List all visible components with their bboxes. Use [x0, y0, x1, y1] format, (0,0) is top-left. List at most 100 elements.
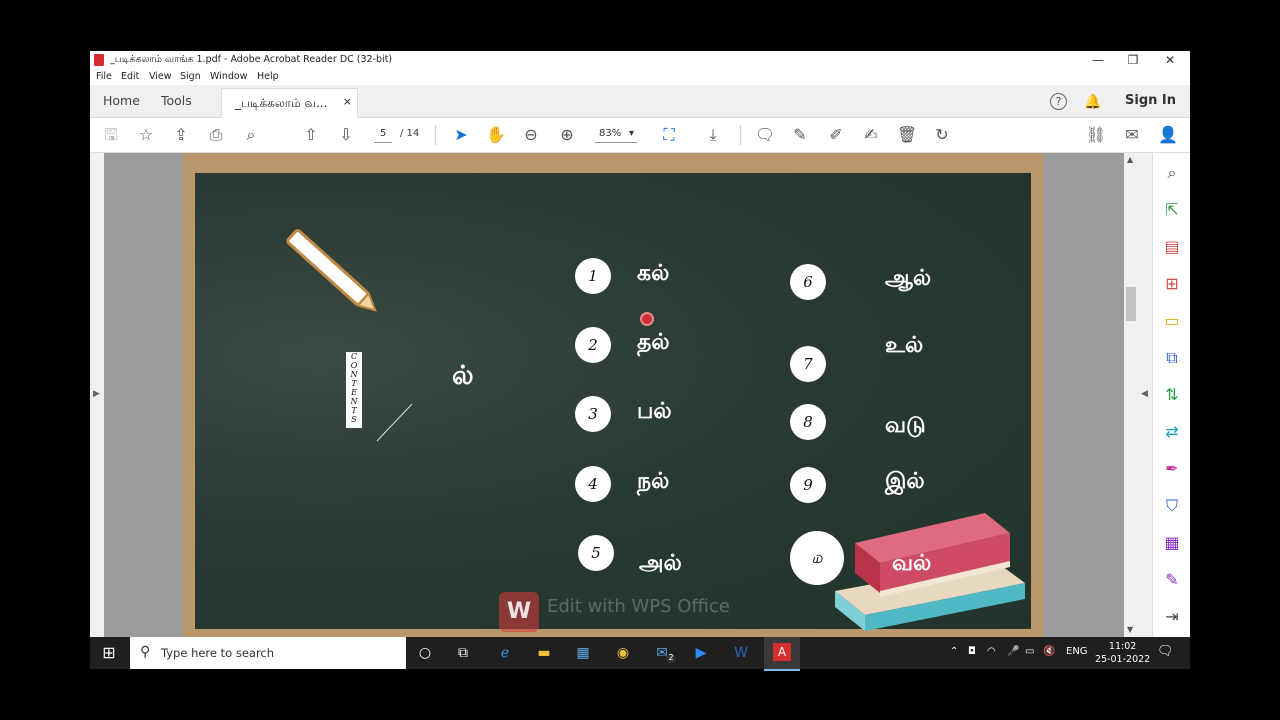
page-total: / 14 [400, 128, 420, 139]
taskbar-search-box[interactable]: ⚲ Type here to search [130, 637, 406, 669]
rotate-icon[interactable]: ↻ [931, 126, 953, 144]
language-indicator[interactable]: ENG [1066, 646, 1088, 657]
comment-icon[interactable]: 🗨 [754, 126, 776, 144]
cortana-icon[interactable]: ○ [414, 643, 436, 663]
document-area[interactable]: ▶ CONTENTS ல் 1 கல் 2 தல் 3 பல் 4 நல் 5 … [90, 153, 1152, 637]
notifications-icon[interactable]: 🗨 [1157, 644, 1174, 659]
store-icon[interactable]: ▦ [572, 643, 594, 663]
more-tools-icon[interactable]: ✎ [1163, 570, 1181, 589]
export-pdf-icon[interactable]: ⇱ [1163, 200, 1181, 219]
highlight-pen-icon[interactable]: ✎ [789, 126, 811, 144]
task-view-icon[interactable]: ⧉ [452, 643, 474, 663]
battery-icon[interactable]: ▭ [1025, 646, 1034, 657]
print-icon[interactable]: ⎙ [205, 126, 227, 144]
close-window-button[interactable]: ✕ [1152, 52, 1188, 68]
search-zoom-icon[interactable]: ⌕ [240, 126, 262, 144]
compress-pdf-icon[interactable]: ⇅ [1163, 385, 1181, 404]
select-cursor-icon[interactable]: ➤ [450, 126, 472, 144]
maximize-button[interactable]: ❐ [1115, 52, 1151, 68]
windows-start-icon[interactable]: ⊞ [98, 643, 120, 663]
upload-cloud-icon[interactable]: ⇪ [170, 126, 192, 144]
acrobat-taskbar-button[interactable]: A [764, 637, 800, 671]
tab-home[interactable]: Home [103, 85, 140, 117]
scroll-down-icon[interactable]: ▼ [1127, 625, 1133, 634]
scroll-mode-icon[interactable]: ⤓ [702, 126, 724, 144]
notification-bell-icon[interactable]: 🔔 [1084, 94, 1101, 110]
tab-tools[interactable]: Tools [161, 85, 192, 117]
pdf-file-icon [94, 54, 104, 66]
bookmark-star-icon[interactable]: ☆ [135, 126, 157, 144]
clock-date: 25-01-2022 [1095, 654, 1151, 665]
chevron-down-icon: ▾ [628, 128, 634, 139]
draw-pen-icon[interactable]: ✐ [825, 126, 847, 144]
add-user-icon[interactable]: 👤 [1157, 126, 1179, 144]
zoom-app-icon[interactable]: ▶ [690, 643, 712, 663]
item-word: வடு [885, 413, 926, 438]
comment-panel-icon[interactable]: ▭ [1163, 311, 1181, 330]
minimize-button[interactable]: — [1080, 52, 1116, 68]
next-page-icon[interactable]: ⇩ [335, 126, 357, 144]
menu-view[interactable]: View [149, 71, 172, 82]
fit-page-icon[interactable]: ⛶ [658, 126, 680, 144]
volume-muted-icon[interactable]: 🔇 [1043, 646, 1055, 657]
item-word: தல் [637, 330, 670, 355]
pencil-icon [286, 229, 377, 312]
send-for-review-icon[interactable]: ⇄ [1163, 422, 1181, 441]
sign-in-link[interactable]: Sign In [1125, 93, 1176, 108]
menu-edit[interactable]: Edit [121, 71, 139, 82]
menu-window[interactable]: Window [210, 71, 247, 82]
file-explorer-icon[interactable]: ▬ [533, 643, 555, 663]
title-bar: _படிக்கலாம் வாங்க 1.pdf - Adobe Acrobat … [90, 51, 1190, 70]
tab-document[interactable]: _படிக்கலாம் வ... × [221, 88, 358, 118]
delete-trash-icon[interactable]: 🗑 [896, 126, 918, 144]
toolbar-divider [740, 125, 741, 145]
scroll-up-icon[interactable]: ▲ [1127, 155, 1133, 164]
scroll-thumb[interactable] [1126, 287, 1136, 321]
email-icon[interactable]: ✉ [1121, 126, 1143, 144]
chalkboard: CONTENTS ல் 1 கல் 2 தல் 3 பல் 4 நல் 5 அல… [195, 173, 1031, 632]
chevron-right-icon: ▶ [93, 389, 100, 399]
wifi-icon[interactable]: ◠ [987, 646, 996, 657]
menu-sign[interactable]: Sign [180, 71, 201, 82]
chevron-up-icon[interactable]: ⌃ [950, 646, 958, 657]
fill-sign-icon[interactable]: ✒ [1163, 459, 1181, 478]
edit-document-icon[interactable]: ▦ [1163, 533, 1181, 552]
stamp-icon[interactable]: ✍ [860, 126, 882, 144]
item-number-badge: 6 [790, 264, 826, 300]
page-number-input[interactable]: 5 [374, 128, 392, 143]
menu-file[interactable]: File [96, 71, 112, 82]
item-number-badge: 4 [575, 466, 611, 502]
close-tab-icon[interactable]: × [343, 95, 352, 108]
edge-browser-icon[interactable]: ℯ [494, 643, 516, 663]
taskbar-clock[interactable]: 11:02 25-01-2022 [1095, 640, 1150, 666]
hand-tool-icon[interactable]: ✋ [485, 126, 507, 144]
menu-help[interactable]: Help [257, 71, 279, 82]
item-number-badge: ௰ [790, 531, 844, 585]
create-pdf-icon[interactable]: ⊞ [1163, 274, 1181, 293]
acrobat-window: _படிக்கலாம் வாங்க 1.pdf - Adobe Acrobat … [90, 51, 1190, 637]
meet-now-icon[interactable]: ◘ [968, 646, 976, 657]
word-icon[interactable]: W [730, 643, 752, 663]
microphone-icon[interactable]: 🎤 [1007, 646, 1019, 657]
share-link-icon[interactable]: ⛓ [1085, 126, 1107, 144]
mail-badge: 2 [666, 653, 676, 663]
combine-files-icon[interactable]: ⧉ [1163, 348, 1181, 368]
save-icon[interactable]: 🖫 [100, 126, 122, 144]
right-panel-toggle[interactable]: ◀ [1138, 153, 1152, 637]
vertical-scrollbar[interactable]: ▲ ▼ [1124, 153, 1138, 637]
previous-page-icon[interactable]: ⇧ [300, 126, 322, 144]
organize-pages-icon[interactable]: ▤ [1163, 237, 1181, 256]
protect-shield-icon[interactable]: ⛉ [1163, 496, 1181, 516]
zoom-out-icon[interactable]: ⊖ [520, 126, 542, 144]
zoom-in-icon[interactable]: ⊕ [556, 126, 578, 144]
search-icon[interactable]: ⌕ [1163, 163, 1181, 183]
search-icon: ⚲ [140, 644, 151, 660]
zoom-level-select[interactable]: 83% ▾ [595, 128, 637, 143]
collapse-panel-icon[interactable]: ⇥ [1163, 607, 1181, 626]
help-icon[interactable]: ? [1050, 93, 1067, 110]
left-panel-toggle[interactable]: ▶ [90, 153, 104, 637]
wps-watermark: Edit with WPS Office [547, 596, 730, 617]
document-tab-label: _படிக்கலாம் வ... [235, 96, 328, 110]
chrome-icon[interactable]: ◉ [612, 643, 634, 663]
chalk-line [376, 403, 413, 442]
